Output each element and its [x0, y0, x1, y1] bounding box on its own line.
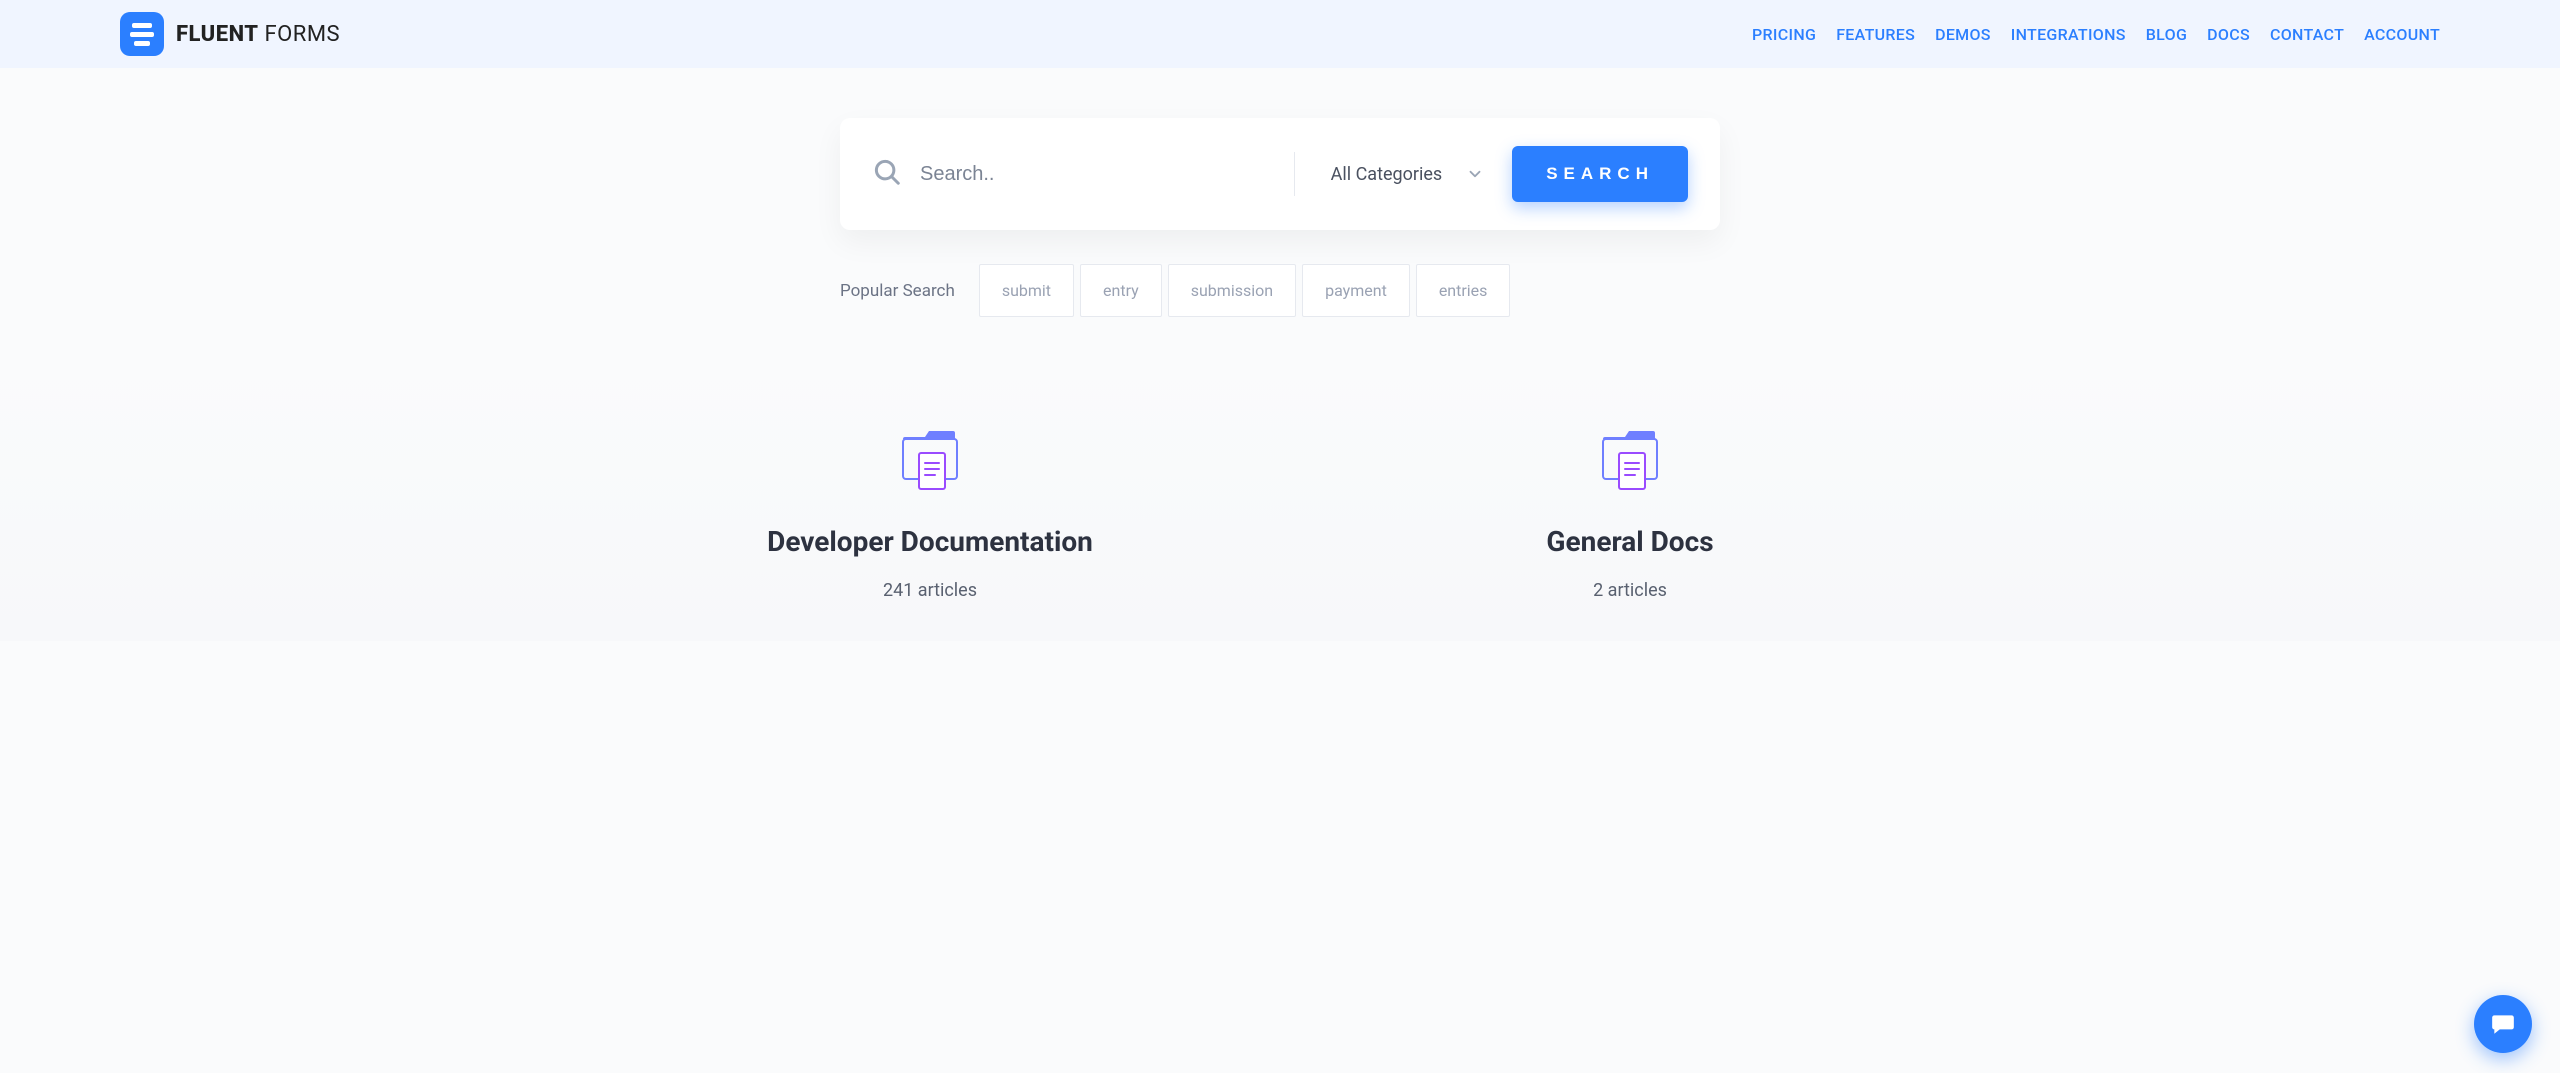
popular-search-label: Popular Search: [840, 281, 955, 301]
search-button[interactable]: SEARCH: [1512, 146, 1688, 202]
popular-tag[interactable]: submit: [979, 264, 1074, 317]
search-input[interactable]: [920, 163, 1276, 186]
nav-demos[interactable]: DEMOS: [1935, 25, 1991, 44]
popular-tag[interactable]: entry: [1080, 264, 1162, 317]
search-section: All Categories SEARCH Popular Search sub…: [0, 68, 2560, 357]
doc-card-title: Developer Documentation: [620, 525, 1240, 558]
doc-card-count: 241 articles: [620, 580, 1240, 601]
doc-card-count: 2 articles: [1320, 580, 1940, 601]
brand-bold: FLUENT: [176, 22, 259, 47]
nav-docs[interactable]: DOCS: [2207, 25, 2250, 44]
chat-icon: [2490, 1011, 2516, 1037]
doc-cards-section: Developer Documentation 241 articles Gen…: [0, 357, 2560, 641]
nav-blog[interactable]: BLOG: [2146, 25, 2187, 44]
nav-contact[interactable]: CONTACT: [2270, 25, 2344, 44]
brand-logo[interactable]: FLUENT FORMS: [120, 12, 340, 56]
nav-features[interactable]: FEATURES: [1836, 25, 1915, 44]
doc-card-developer[interactable]: Developer Documentation 241 articles: [620, 427, 1240, 601]
popular-tag[interactable]: entries: [1416, 264, 1511, 317]
nav-pricing[interactable]: PRICING: [1752, 25, 1816, 44]
chat-fab-button[interactable]: [2474, 995, 2532, 1053]
chevron-down-icon: [1466, 165, 1484, 183]
nav-integrations[interactable]: INTEGRATIONS: [2011, 25, 2126, 44]
logo-mark-icon: [120, 12, 164, 56]
popular-tag[interactable]: payment: [1302, 264, 1410, 317]
folder-doc-icon: [899, 427, 961, 501]
search-divider: [1294, 152, 1295, 196]
brand-light: FORMS: [259, 22, 341, 47]
category-dropdown[interactable]: All Categories: [1313, 164, 1495, 185]
topbar: FLUENT FORMS PRICING FEATURES DEMOS INTE…: [0, 0, 2560, 68]
search-icon: [872, 157, 902, 191]
brand-text: FLUENT FORMS: [176, 22, 340, 47]
doc-card-general[interactable]: General Docs 2 articles: [1320, 427, 1940, 601]
popular-tag-list: submit entry submission payment entries: [979, 264, 1511, 317]
search-card: All Categories SEARCH: [840, 118, 1720, 230]
popular-search-row: Popular Search submit entry submission p…: [840, 264, 1720, 317]
nav-account[interactable]: ACCOUNT: [2364, 25, 2440, 44]
doc-card-title: General Docs: [1320, 525, 1940, 558]
primary-nav: PRICING FEATURES DEMOS INTEGRATIONS BLOG…: [1752, 25, 2440, 44]
category-selected-label: All Categories: [1331, 164, 1443, 185]
folder-doc-icon: [1599, 427, 1661, 501]
popular-tag[interactable]: submission: [1168, 264, 1296, 317]
